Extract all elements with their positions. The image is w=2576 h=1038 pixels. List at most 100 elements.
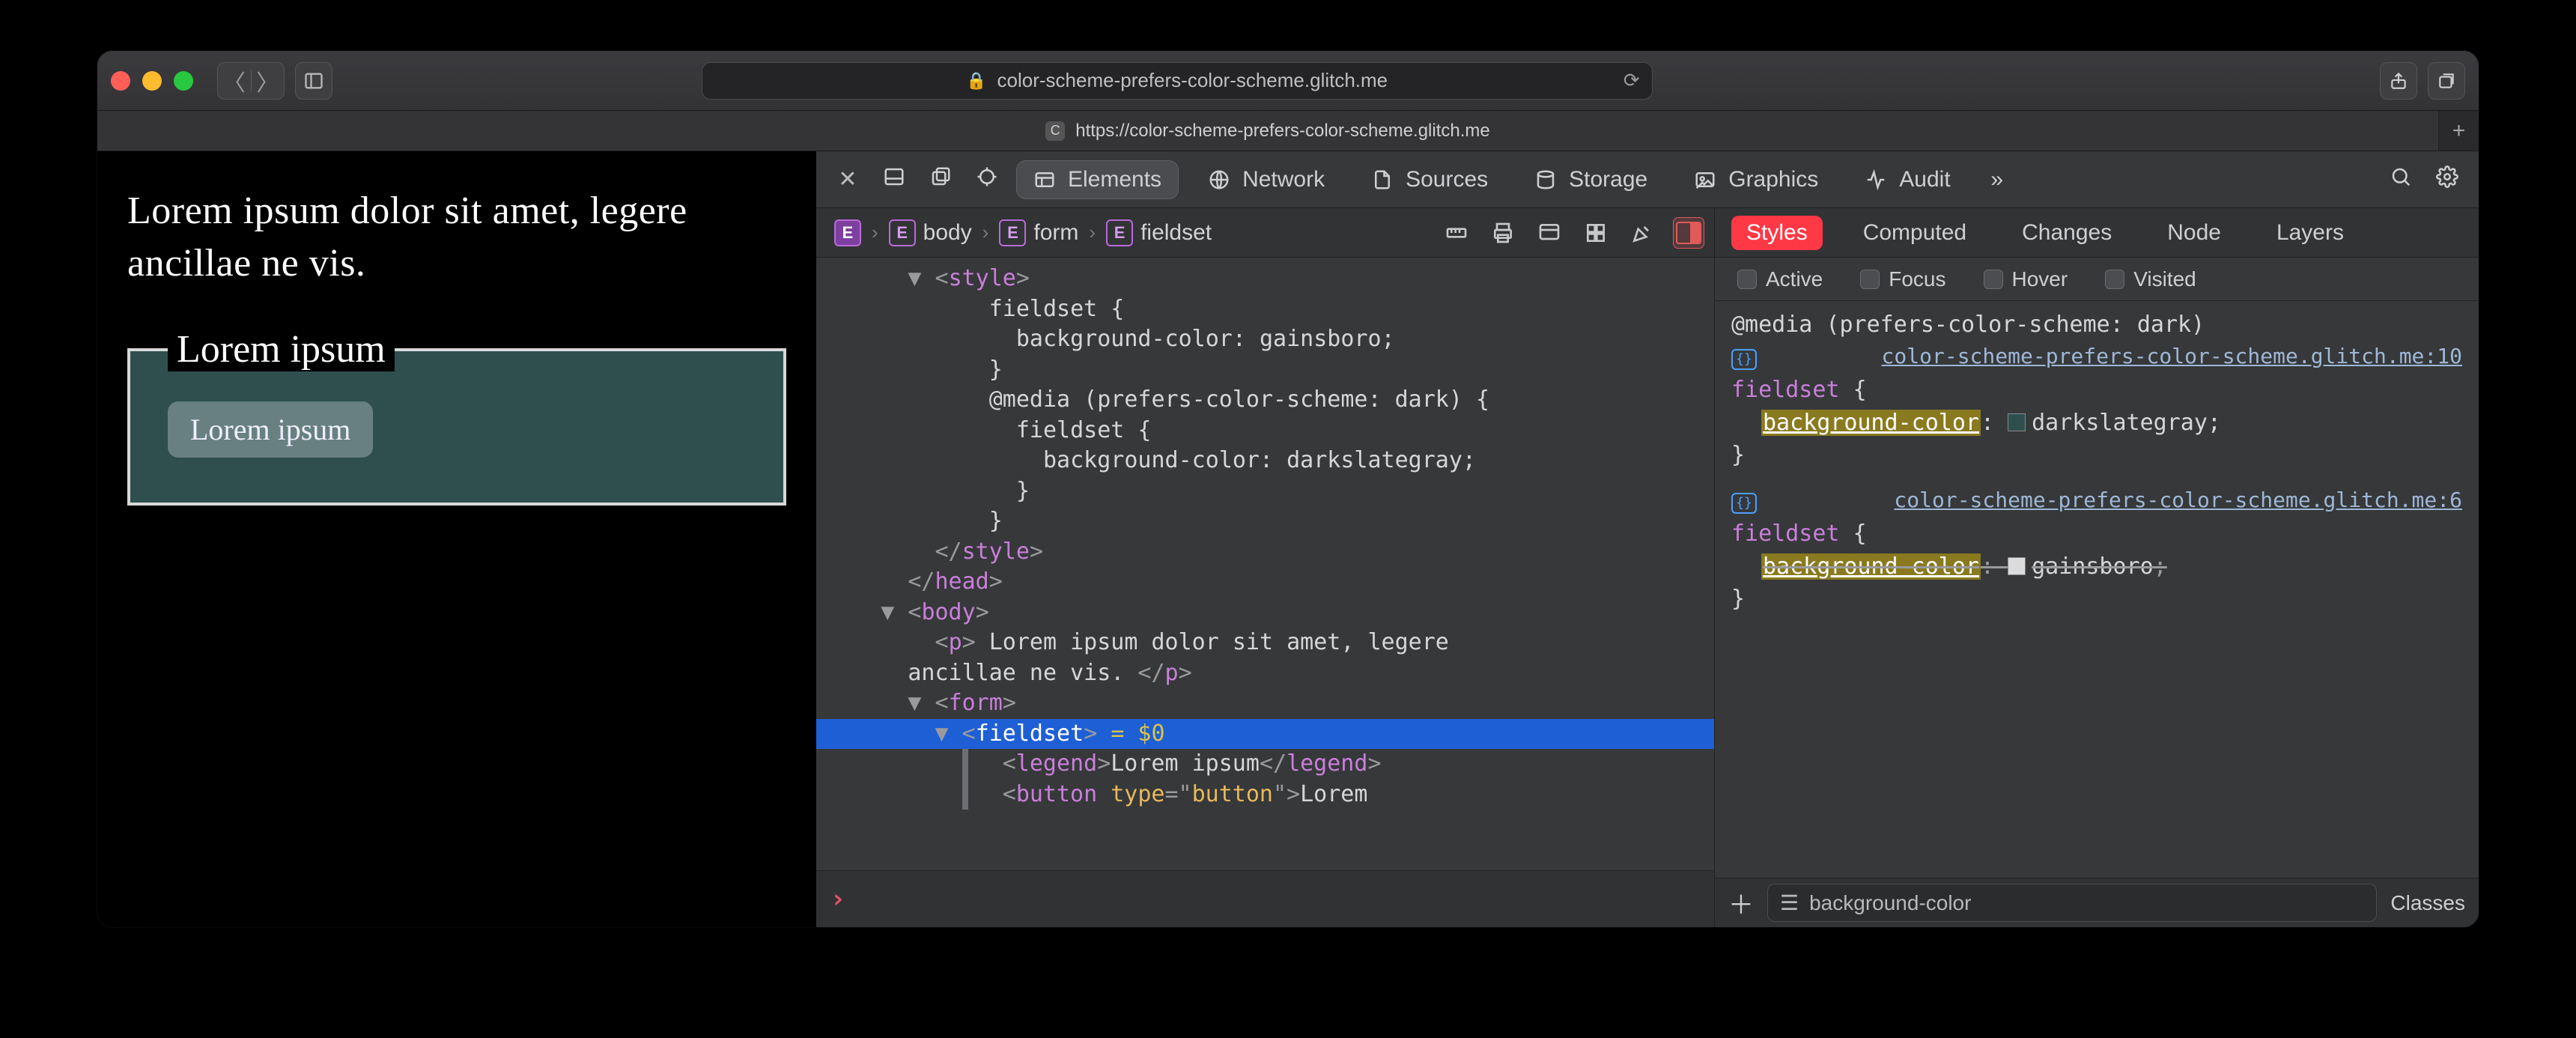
reload-icon[interactable]: ⟳: [1623, 69, 1640, 92]
elements-panel: E›Ebody›Eform›Efieldset ▼ <style>: [816, 208, 1715, 927]
page-legend: Lorem ipsum: [168, 327, 395, 371]
dock-popout-icon[interactable]: [924, 166, 957, 194]
safari-window: 〈 〉 🔒 color-scheme-prefers-color-scheme.…: [97, 51, 2479, 927]
address-bar[interactable]: 🔒 color-scheme-prefers-color-scheme.glit…: [702, 62, 1653, 100]
tab-sources[interactable]: Sources: [1355, 161, 1504, 198]
styles-tab-node[interactable]: Node: [2152, 216, 2236, 250]
inspector-toolbar: ✕ Elements Network Sources: [816, 151, 2479, 208]
dom-node[interactable]: }: [816, 355, 1714, 386]
dom-node[interactable]: }: [816, 476, 1714, 507]
page-fieldset: Lorem ipsum Lorem ipsum: [127, 327, 786, 506]
tabs-overview-button[interactable]: [2428, 62, 2465, 100]
page-button[interactable]: Lorem ipsum: [168, 401, 373, 458]
pseudo-focus[interactable]: Focus: [1860, 267, 1945, 291]
styles-panel: Styles Computed Changes Node Layers Acti…: [1715, 208, 2479, 927]
dom-node-selected[interactable]: ▼ <fieldset> = $0: [816, 719, 1714, 750]
rule-block[interactable]: {} color-scheme-prefers-color-scheme.glit…: [1731, 342, 2462, 472]
dom-node[interactable]: background-color: gainsboro;: [816, 324, 1714, 355]
pseudo-active[interactable]: Active: [1737, 267, 1823, 291]
dock-bottom-icon[interactable]: [878, 166, 911, 194]
console-prompt[interactable]: ›: [816, 870, 1714, 927]
pseudo-visited[interactable]: Visited: [2105, 267, 2196, 291]
styles-filter-input[interactable]: ☰ background-color: [1767, 884, 2377, 922]
ruler-icon[interactable]: [1442, 218, 1471, 248]
element-badge-icon: E: [889, 219, 916, 246]
tab-graphics[interactable]: Graphics: [1677, 161, 1835, 198]
breadcrumb-root[interactable]: E: [827, 216, 869, 249]
dom-node[interactable]: </style>: [816, 537, 1714, 568]
share-button[interactable]: [2380, 62, 2417, 100]
dom-tree[interactable]: ▼ <style> fieldset { background-color: g…: [816, 258, 1714, 870]
grid-overlay-icon[interactable]: [1581, 218, 1611, 248]
dom-node[interactable]: ancillae ne vis. </p>: [816, 658, 1714, 689]
back-forward-segment[interactable]: 〈 〉: [217, 62, 285, 100]
styles-tabbar: Styles Computed Changes Node Layers: [1715, 208, 2479, 258]
lock-icon: 🔒: [966, 71, 986, 91]
print-styles-icon[interactable]: [1488, 218, 1518, 248]
new-tab-button[interactable]: +: [2438, 111, 2479, 151]
minimize-window-button[interactable]: [142, 71, 162, 91]
rendered-page: Lorem ipsum dolor sit amet, legere ancil…: [97, 151, 816, 927]
rule-source-link[interactable]: color-scheme-prefers-color-scheme.glitch…: [1894, 485, 2462, 516]
force-pseudo-row: Active Focus Hover Visited: [1715, 258, 2479, 301]
overflow-icon[interactable]: »: [1981, 167, 2014, 192]
tab-network[interactable]: Network: [1191, 161, 1341, 198]
forward-icon[interactable]: 〉: [252, 64, 285, 97]
force-appearance-icon[interactable]: [1534, 218, 1564, 248]
dom-node[interactable]: @media (prefers-color-scheme: dark) {: [816, 385, 1714, 416]
media-query-line: @media (prefers-color-scheme: dark): [1731, 309, 2462, 342]
dom-node[interactable]: <button type="button">Lorem: [816, 780, 1714, 810]
back-icon[interactable]: 〈: [218, 64, 251, 97]
styles-sidebar-toggle[interactable]: [1674, 218, 1704, 248]
styles-tab-computed[interactable]: Computed: [1848, 216, 1981, 250]
settings-icon[interactable]: [2431, 166, 2464, 194]
dom-node[interactable]: </head>: [816, 567, 1714, 598]
tab-title: https://color-scheme-prefers-color-schem…: [1075, 121, 1490, 142]
console-chevron-icon: ›: [830, 884, 846, 914]
jump-to-source-icon[interactable]: {}: [1731, 493, 1757, 514]
jump-to-source-icon[interactable]: {}: [1731, 349, 1757, 370]
dom-node[interactable]: <legend>Lorem ipsum</legend>: [816, 749, 1714, 780]
zoom-window-button[interactable]: [174, 71, 193, 91]
dom-node[interactable]: }: [816, 506, 1714, 537]
page-paragraph: Lorem ipsum dolor sit amet, legere ancil…: [127, 185, 786, 290]
dom-node[interactable]: ▼ <style>: [816, 264, 1714, 294]
tab-strip: C https://color-scheme-prefers-color-sch…: [97, 111, 2479, 151]
tab-audit[interactable]: Audit: [1848, 161, 1966, 198]
search-icon[interactable]: [2384, 166, 2417, 194]
browser-tab[interactable]: C https://color-scheme-prefers-color-sch…: [97, 111, 2438, 151]
pseudo-hover[interactable]: Hover: [1984, 267, 2068, 291]
element-badge-icon: E: [999, 219, 1026, 246]
web-inspector: ✕ Elements Network Sources: [816, 151, 2479, 927]
element-badge-icon: E: [1106, 219, 1133, 246]
styles-tab-layers[interactable]: Layers: [2261, 216, 2359, 250]
styles-tab-changes[interactable]: Changes: [2007, 216, 2127, 250]
styles-rules[interactable]: @media (prefers-color-scheme: dark) {} col…: [1715, 301, 2479, 878]
target-icon[interactable]: [970, 166, 1003, 194]
tab-elements[interactable]: Elements: [1017, 161, 1178, 198]
element-badge-icon: E: [834, 219, 861, 246]
dom-node[interactable]: <p> Lorem ipsum dolor sit amet, legere: [816, 628, 1714, 658]
filter-icon: ☰: [1780, 890, 1799, 915]
tab-storage[interactable]: Storage: [1518, 161, 1664, 198]
rule-block[interactable]: {} color-scheme-prefers-color-scheme.glit…: [1731, 485, 2462, 616]
dom-node[interactable]: fieldset {: [816, 294, 1714, 325]
content-row: Lorem ipsum dolor sit amet, legere ancil…: [97, 151, 2479, 927]
new-rule-button[interactable]: ＋: [1728, 884, 1754, 921]
rule-source-link[interactable]: color-scheme-prefers-color-scheme.glitch…: [1882, 342, 2462, 372]
dom-node[interactable]: background-color: darkslategray;: [816, 446, 1714, 476]
breadcrumb-form[interactable]: Eform: [991, 216, 1086, 249]
paint-flashing-icon[interactable]: [1627, 218, 1657, 248]
dom-node[interactable]: fieldset {: [816, 416, 1714, 446]
styles-filter-bar: ＋ ☰ background-color Classes: [1715, 878, 2479, 927]
breadcrumb-fieldset[interactable]: Efieldset: [1099, 216, 1219, 249]
dom-node[interactable]: ▼ <form>: [816, 688, 1714, 719]
dom-node[interactable]: ▼ <body>: [816, 598, 1714, 628]
styles-tab-styles[interactable]: Styles: [1731, 216, 1823, 250]
traffic-lights: [111, 71, 193, 91]
breadcrumb-body[interactable]: Ebody: [881, 216, 979, 249]
sidebar-toggle-button[interactable]: [295, 62, 332, 100]
close-inspector-icon[interactable]: ✕: [831, 166, 864, 192]
classes-toggle[interactable]: Classes: [2390, 891, 2465, 915]
close-window-button[interactable]: [111, 71, 130, 91]
